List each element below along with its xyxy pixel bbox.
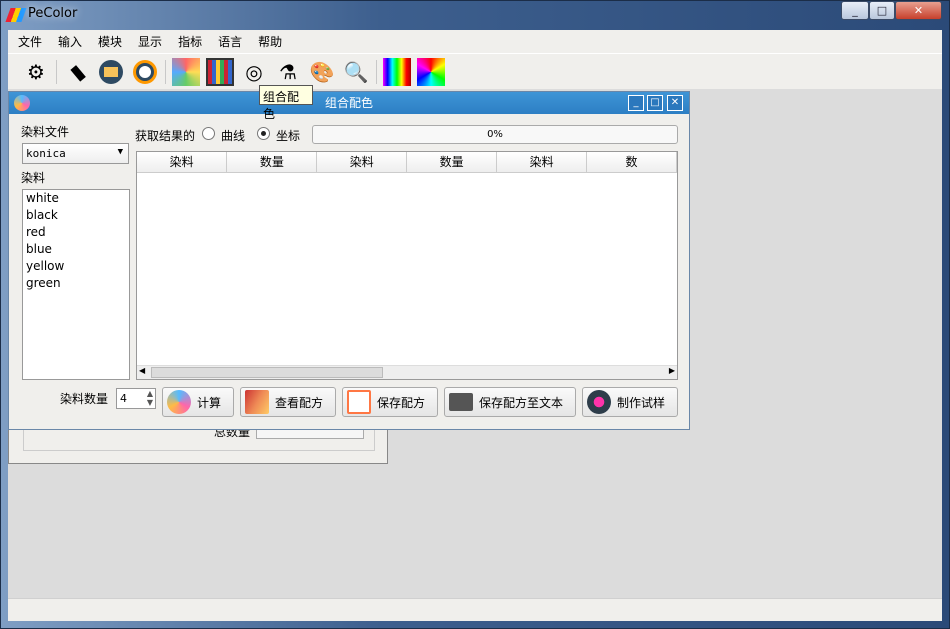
horizontal-scrollbar[interactable]: ◀ ▶: [137, 365, 677, 379]
dialog-close-button[interactable]: ✕: [667, 95, 683, 111]
color-grid-icon[interactable]: [206, 57, 234, 86]
scroll-right-icon[interactable]: ▶: [669, 366, 675, 375]
save-formula-label: 保存配方: [377, 395, 426, 410]
dye-file-value: konica: [26, 147, 66, 160]
column-header[interactable]: 染料: [137, 152, 228, 173]
menu-input[interactable]: 输入: [48, 30, 88, 52]
minimize-button[interactable]: _: [841, 1, 869, 20]
curve-radio-label: 曲线: [221, 129, 246, 143]
column-header[interactable]: 数量: [406, 152, 498, 173]
folder-icon[interactable]: [97, 58, 125, 86]
result-table[interactable]: 染料 数量 染料 数量 染料 数 ◀ ▶: [136, 151, 678, 380]
color-mix-icon: [167, 390, 191, 414]
column-header[interactable]: 染料: [496, 152, 588, 173]
menu-display[interactable]: 显示: [128, 30, 168, 52]
calculate-label: 计算: [197, 395, 222, 410]
toolbar: ⚙ ▮ ◎ ⚗ 🎨 🔍: [8, 53, 942, 89]
progress-text: 0%: [487, 129, 503, 140]
curve-radio[interactable]: [202, 127, 215, 140]
dye-label: 染料: [21, 171, 46, 185]
light-icon[interactable]: [131, 58, 159, 86]
list-item[interactable]: white: [23, 190, 129, 207]
save-formula-text-button[interactable]: 保存配方至文本: [444, 387, 576, 417]
menu-bar: 文件 输入 模块 显示 指标 语言 帮助: [8, 30, 942, 52]
result-label: 获取结果的: [135, 129, 196, 143]
list-item[interactable]: yellow: [23, 258, 129, 275]
list-item[interactable]: green: [23, 275, 129, 292]
color-mix-icon[interactable]: ◎: [240, 58, 268, 86]
list-item[interactable]: black: [23, 207, 129, 224]
menu-file[interactable]: 文件: [8, 30, 48, 52]
sample-icon: [587, 390, 611, 414]
combination-dialog: 组合配色 _ □ ✕ 染料文件 konica ▼ 染料 white black r…: [8, 91, 690, 430]
view-formula-label: 查看配方: [275, 395, 324, 410]
tooltip: 组合配色: [259, 85, 313, 121]
settings-gear-icon[interactable]: ⚙: [22, 58, 50, 86]
close-button[interactable]: ✕: [895, 1, 942, 20]
make-sample-label: 制作试样: [617, 395, 666, 410]
menu-module[interactable]: 模块: [88, 30, 128, 52]
progress-bar: 0%: [312, 125, 678, 144]
view-formula-button[interactable]: 查看配方: [240, 387, 336, 417]
calculate-button[interactable]: 计算: [162, 387, 234, 417]
color-mix-icon: [14, 95, 30, 111]
magnifier-icon[interactable]: 🔍: [342, 58, 370, 86]
dye-file-select[interactable]: konica ▼: [22, 143, 129, 164]
spectrum-icon[interactable]: [383, 57, 411, 86]
menu-language[interactable]: 语言: [208, 30, 248, 52]
dye-count-value: 4: [120, 392, 127, 405]
list-item[interactable]: blue: [23, 241, 129, 258]
palette-icon[interactable]: 🎨: [308, 58, 336, 86]
dialog-minimize-button[interactable]: _: [628, 95, 644, 111]
scroll-left-icon[interactable]: ◀: [139, 366, 145, 375]
color-fan-icon[interactable]: [172, 57, 200, 86]
coordinate-radio[interactable]: [257, 127, 270, 140]
dialog-title: 组合配色: [9, 92, 689, 114]
list-item[interactable]: red: [23, 224, 129, 241]
keyboard-icon[interactable]: ▮: [57, 52, 96, 91]
dialog-maximize-button[interactable]: □: [647, 95, 663, 111]
color-coordinate-icon[interactable]: [417, 57, 445, 86]
coordinate-radio-label: 坐标: [276, 129, 301, 143]
save-folder-icon: [347, 390, 371, 414]
menu-help[interactable]: 帮助: [248, 30, 288, 52]
column-header[interactable]: 数: [586, 152, 677, 173]
dye-count-label: 染料数量: [60, 392, 109, 406]
color-fan-icon: [245, 390, 269, 414]
dye-list[interactable]: white black red blue yellow green: [22, 189, 130, 380]
column-header[interactable]: 数量: [226, 152, 318, 173]
lab-icon[interactable]: ⚗: [274, 58, 302, 86]
scrollbar-thumb[interactable]: [151, 367, 383, 378]
maximize-button[interactable]: □: [869, 1, 895, 20]
save-formula-text-label: 保存配方至文本: [479, 395, 564, 410]
book-icon: [449, 393, 473, 411]
app-title: PeColor: [28, 6, 78, 21]
status-bar: [8, 598, 942, 621]
spin-arrows-icon[interactable]: ▲ ▼: [147, 389, 153, 407]
column-header[interactable]: 染料: [316, 152, 408, 173]
chevron-down-icon: ▼: [117, 147, 123, 157]
save-formula-button[interactable]: 保存配方: [342, 387, 438, 417]
make-sample-button[interactable]: 制作试样: [582, 387, 678, 417]
dye-file-label: 染料文件: [21, 125, 70, 139]
dye-count-spinbox[interactable]: 4 ▲ ▼: [116, 388, 156, 409]
menu-index[interactable]: 指标: [168, 30, 208, 52]
